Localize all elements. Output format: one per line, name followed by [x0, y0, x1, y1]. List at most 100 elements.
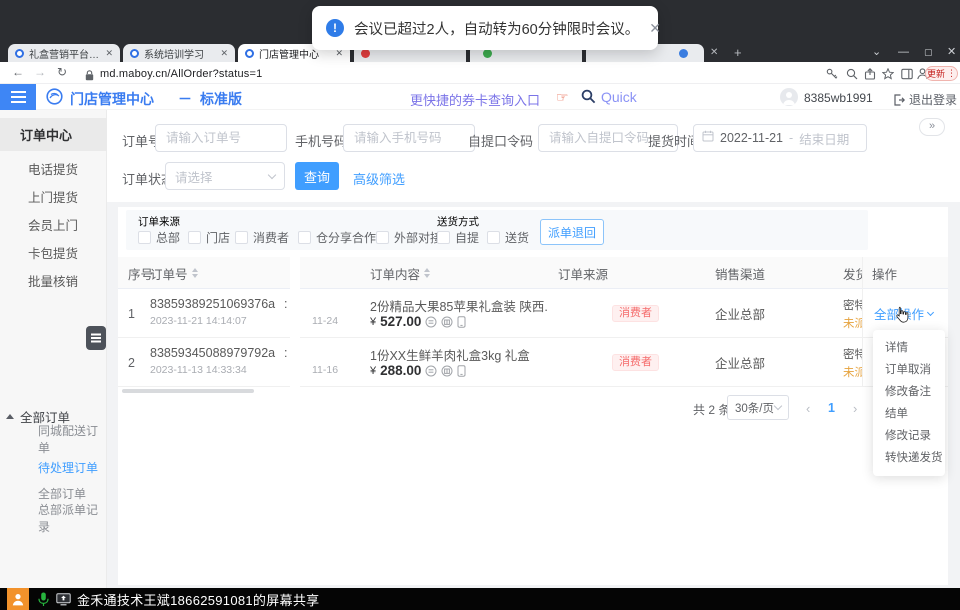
browser-tab-1[interactable]: 礼盒营销平台管理中心 ✕ [8, 44, 120, 62]
url-text[interactable]: md.maboy.cn/AllOrder?status=1 [100, 68, 262, 80]
checkbox-store[interactable]: 门店 [188, 229, 230, 246]
menu-item-detail[interactable]: 详情 [873, 337, 945, 359]
title-dash: － [178, 89, 192, 109]
sort-icon[interactable] [424, 268, 430, 278]
collapse-filters-button[interactable]: » [919, 118, 945, 136]
cell-order-content: 2份精品大果85苹果礼盒装 陕西... [370, 296, 548, 315]
end-date-placeholder[interactable]: 结束日期 [799, 129, 849, 148]
sidebar-item-label: 上门提货 [28, 187, 78, 206]
menu-item-edit-remark[interactable]: 修改备注 [873, 381, 945, 403]
page-title: 门店管理中心 [70, 89, 154, 109]
chevron-down-icon [268, 170, 276, 178]
checkbox-icon[interactable] [376, 231, 389, 244]
dispatch-return-button[interactable]: 派单退回 [540, 219, 604, 245]
logout-button[interactable]: 退出登录 [893, 91, 957, 108]
quick-link[interactable]: Quick [601, 89, 637, 105]
order-no-input[interactable] [155, 124, 287, 152]
table-row[interactable]: 2 83859345088979792a 2023-11-13 14:33:34… [118, 338, 948, 387]
zoom-icon[interactable] [846, 67, 858, 85]
checkbox-icon[interactable] [188, 231, 201, 244]
menu-item-close-order[interactable]: 结单 [873, 403, 945, 425]
start-date-value[interactable]: 2022-11-21 [720, 131, 783, 145]
new-tab-button[interactable]: + [734, 46, 742, 59]
sidebar-item-batch-verify[interactable]: 批量核销 [0, 266, 107, 294]
key-icon[interactable] [826, 67, 838, 85]
advanced-filter-link[interactable]: 高级筛选 [353, 169, 405, 188]
microphone-icon [38, 592, 49, 607]
menu-item-express-ship[interactable]: 转快递发货 [873, 447, 945, 469]
checkbox-self-pickup[interactable]: 自提 [437, 229, 479, 246]
table-row[interactable]: 1 83859389251069376a 2023-11-21 14:14:07… [118, 289, 948, 338]
checkbox-label: 自提 [455, 229, 479, 246]
sidebar-item-door-pickup[interactable]: 上门提货 [0, 182, 107, 210]
bookmark-star-icon[interactable] [882, 67, 894, 85]
checkbox-icon[interactable] [487, 231, 500, 244]
page-size-select[interactable]: 30条/页 [727, 395, 789, 420]
toast-close-icon[interactable]: ✕ [649, 20, 661, 37]
col-header-order-no[interactable]: 订单号 [150, 257, 198, 289]
checkbox-hq[interactable]: 总部 [138, 229, 180, 246]
col-header-label: 订单号 [150, 264, 188, 283]
sidebar-subitem-pending-orders[interactable]: 待处理订单 [0, 454, 107, 480]
quick-search-icon[interactable] [581, 89, 596, 109]
sidebar-subitem-hq-dispatch-log[interactable]: 总部派单记录 [0, 505, 107, 531]
tab-close-icon[interactable]: ✕ [220, 49, 228, 58]
sidebar-item-card-pickup[interactable]: 卡包提货 [0, 238, 107, 266]
username-text[interactable]: 8385wb1991 [804, 91, 873, 105]
checkbox-icon[interactable] [138, 231, 151, 244]
checkbox-warehouse-share[interactable]: 仓分享合作 [298, 229, 376, 246]
sidebar-toggle-button[interactable] [0, 84, 36, 110]
browser-tab-2[interactable]: 系统培训学习 ✕ [123, 44, 235, 62]
current-page-number[interactable]: 1 [828, 401, 835, 415]
search-button[interactable]: 查询 [295, 162, 339, 190]
tab-close-icon[interactable]: ✕ [105, 49, 113, 58]
window-menu-icon[interactable]: ⌄ [872, 47, 881, 58]
side-panel-icon[interactable] [901, 67, 913, 85]
checkbox-icon[interactable] [235, 231, 248, 244]
promo-link[interactable]: 更快捷的券卡查询入口 [410, 90, 540, 109]
gift-box-icon [441, 316, 453, 328]
checkbox-consumer[interactable]: 消费者 [235, 229, 289, 246]
forward-icon[interactable]: → [34, 66, 46, 78]
cell-order-time: 2023-11-21 14:14:07 [150, 315, 247, 327]
sidebar-item-label: 电话提货 [28, 159, 78, 178]
amount-value: 527.00 [380, 314, 421, 329]
share-icon[interactable] [864, 67, 876, 85]
window-maximize-icon[interactable]: ▢ [924, 48, 933, 57]
logout-icon [893, 94, 905, 106]
sort-icon[interactable] [192, 268, 198, 278]
checkbox-external[interactable]: 外部对接 [376, 229, 442, 246]
sidebar-subitem-label: 全部订单 [38, 485, 86, 502]
prev-page-button[interactable]: ‹ [806, 401, 810, 416]
menu-item-edit-history[interactable]: 修改记录 [873, 425, 945, 447]
checkbox-deliver[interactable]: 送货 [487, 229, 529, 246]
reload-icon[interactable]: ↻ [57, 66, 67, 78]
sidebar-subitem-city-delivery[interactable]: 同城配送订单 [0, 426, 107, 452]
sidebar-item-member-visit[interactable]: 会员上门 [0, 210, 107, 238]
menu-item-cancel-order[interactable]: 订单取消 [873, 359, 945, 381]
user-avatar[interactable] [780, 88, 798, 106]
date-range-picker[interactable]: 2022-11-21 - 结束日期 [693, 124, 867, 152]
sidebar-drag-handle[interactable] [86, 326, 106, 350]
horizontal-scrollbar-thumb[interactable] [122, 389, 254, 393]
checkbox-icon[interactable] [298, 231, 311, 244]
more-menu-icon[interactable]: ⋮ [947, 68, 956, 79]
back-icon[interactable]: ← [12, 66, 24, 78]
next-page-button[interactable]: › [853, 401, 857, 416]
order-status-select[interactable]: 请选择 [165, 162, 285, 190]
ship-status-line2: 未派 [843, 315, 862, 331]
tab-close-icon[interactable]: ✕ [710, 48, 718, 58]
chrome-update-button[interactable]: 更新 ⋮ [925, 66, 958, 81]
currency-symbol: ¥ [370, 316, 376, 328]
phone-input[interactable] [343, 124, 475, 152]
update-label: 更新 [927, 67, 945, 80]
checkbox-icon[interactable] [437, 231, 450, 244]
tab-title: 礼盒营销平台管理中心 [29, 46, 100, 61]
window-close-icon[interactable]: ✕ [947, 47, 956, 58]
sidebar-item-phone-pickup[interactable]: 电话提货 [0, 154, 107, 182]
col-header-content[interactable]: 订单内容 [370, 257, 430, 289]
cell-index: 1 [128, 289, 135, 338]
tab-favicon [130, 49, 139, 58]
pickup-code-label: 自提口令码 [468, 131, 533, 150]
window-minimize-icon[interactable]: — [898, 47, 909, 58]
